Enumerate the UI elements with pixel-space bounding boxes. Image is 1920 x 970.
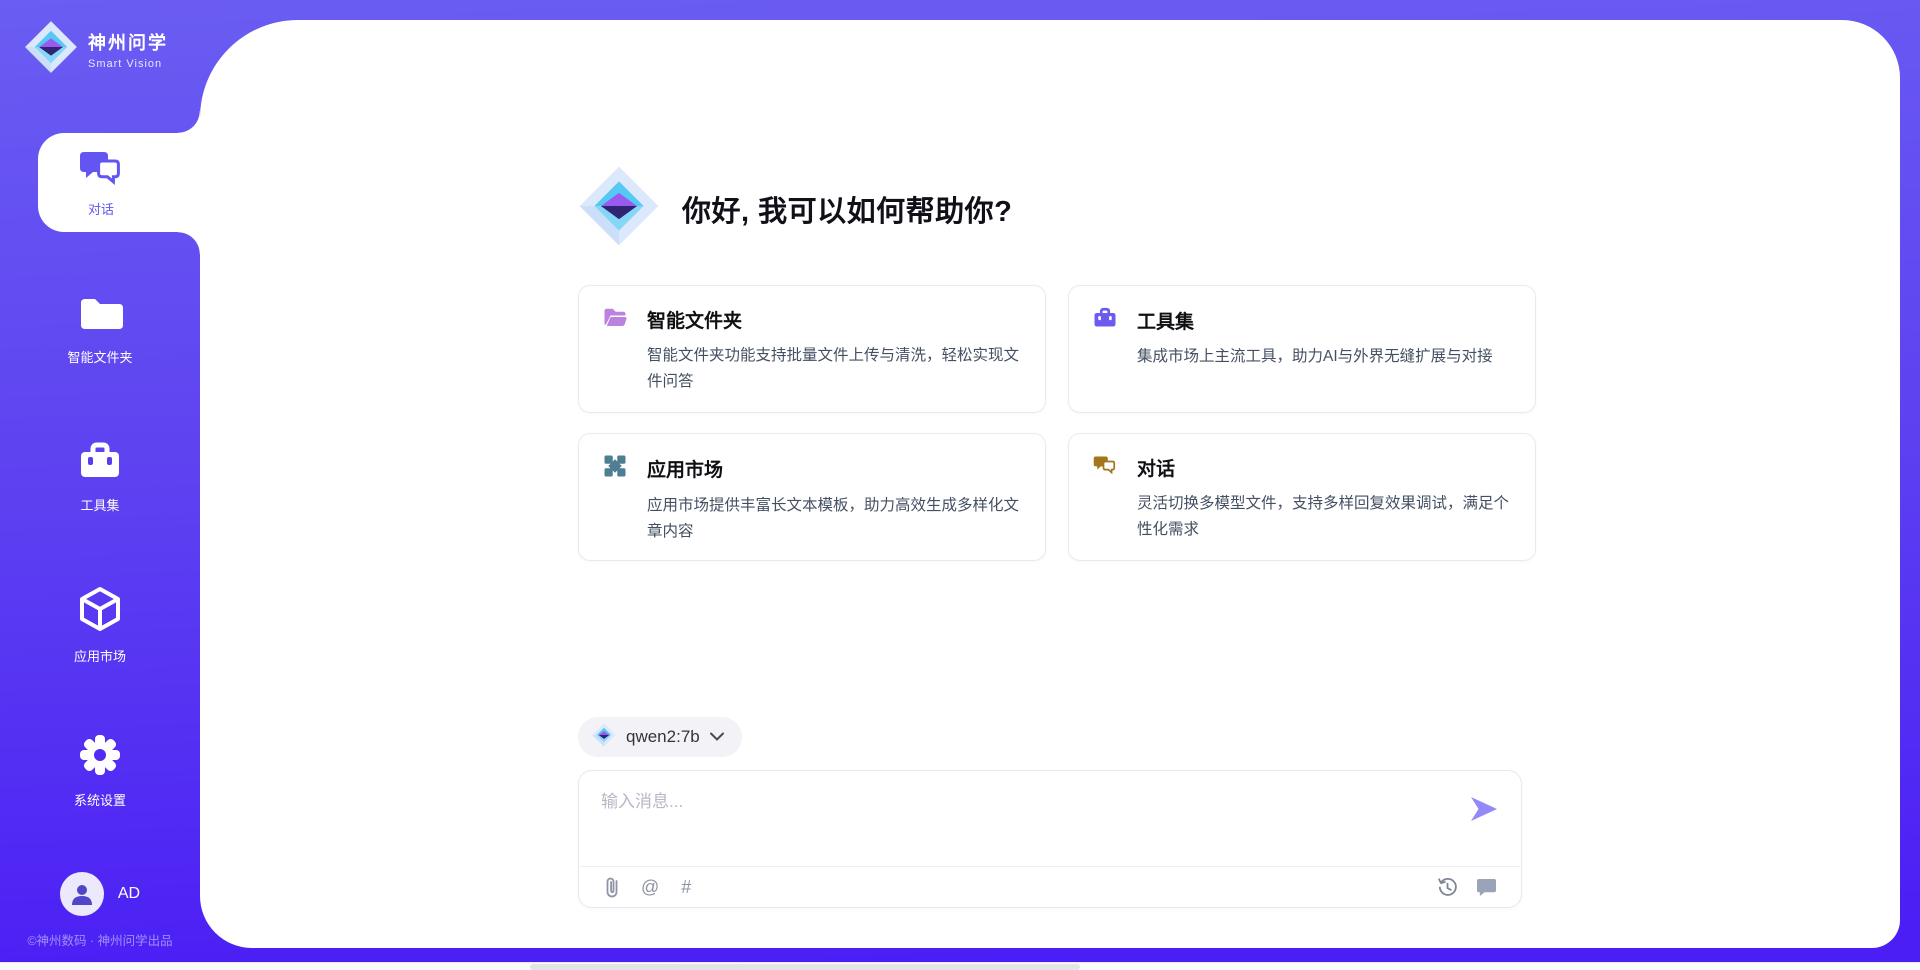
grid-icon	[603, 454, 627, 483]
model-selector[interactable]: qwen2:7b	[578, 717, 742, 757]
profile-name: AD	[118, 885, 140, 903]
card-title: 工具集	[1137, 307, 1194, 334]
sidebar-item-label: 工具集	[80, 495, 119, 514]
horizontal-scrollbar[interactable]	[0, 962, 1920, 970]
folder-icon	[77, 294, 123, 339]
chevron-down-icon	[710, 728, 724, 746]
message-input-card: @ #	[578, 770, 1522, 908]
model-name: qwen2:7b	[626, 727, 700, 747]
at-icon[interactable]: @	[641, 877, 659, 898]
main-panel: 你好, 我可以如何帮助你? 智能文件夹 智能文件夹功能支持批量文件上传与清洗，轻…	[200, 20, 1900, 948]
folder-open-icon	[603, 306, 627, 333]
sidebar-item-settings[interactable]: 系统设置	[0, 733, 200, 809]
sidebar-item-toolset[interactable]: 工具集	[0, 440, 200, 514]
brand-name: 神州问学	[88, 29, 168, 55]
card-title: 对话	[1137, 454, 1175, 481]
card-description: 应用市场提供丰富长文本模板，助力高效生成多样化文章内容	[647, 493, 1019, 545]
paperclip-icon[interactable]	[605, 876, 619, 898]
tab-curve-top	[178, 111, 200, 133]
hash-icon[interactable]: #	[681, 877, 691, 898]
composer: qwen2:7b	[578, 717, 1522, 908]
brand-logo: 神州问学 Smart Vision	[24, 20, 168, 79]
user-profile[interactable]: AD	[0, 872, 200, 916]
card-title: 应用市场	[647, 455, 723, 482]
greeting-title: 你好, 我可以如何帮助你?	[682, 188, 1012, 230]
card-description: 智能文件夹功能支持批量文件上传与清洗，轻松实现文件问答	[647, 343, 1019, 395]
comment-icon[interactable]	[1476, 878, 1497, 897]
sidebar-item-label: 对话	[88, 199, 114, 218]
brand-diamond-icon	[592, 723, 616, 752]
scrollbar-thumb[interactable]	[530, 964, 1080, 970]
tab-curve-bottom	[178, 232, 200, 254]
sidebar-item-label: 智能文件夹	[67, 347, 132, 366]
copyright-footer: ©神州数码 · 神州问学出品	[0, 930, 200, 949]
sidebar-item-label: 应用市场	[74, 646, 126, 665]
chat-bubbles-icon	[79, 148, 123, 193]
cube-icon	[77, 585, 123, 638]
message-input[interactable]	[601, 787, 1467, 847]
sidebar-item-chat[interactable]: 对话	[38, 133, 200, 232]
send-icon[interactable]	[1467, 793, 1501, 827]
chat-bubbles-icon	[1093, 454, 1117, 481]
feature-cards: 智能文件夹 智能文件夹功能支持批量文件上传与清洗，轻松实现文件问答 工具集 集成…	[578, 285, 1522, 561]
sidebar: 神州问学 Smart Vision 对话 智能文件夹	[0, 0, 200, 970]
card-toolset[interactable]: 工具集 集成市场上主流工具，助力AI与外界无缝扩展与对接	[1068, 285, 1536, 413]
card-chat[interactable]: 对话 灵活切换多模型文件，支持多样回复效果调试，满足个性化需求	[1068, 433, 1536, 561]
card-smart-folder[interactable]: 智能文件夹 智能文件夹功能支持批量文件上传与清洗，轻松实现文件问答	[578, 285, 1046, 413]
card-app-market[interactable]: 应用市场 应用市场提供丰富长文本模板，助力高效生成多样化文章内容	[578, 433, 1046, 561]
user-avatar-icon	[60, 872, 104, 916]
brand-diamond-icon	[578, 165, 660, 252]
greeting-section: 你好, 我可以如何帮助你?	[578, 165, 1522, 252]
sidebar-item-app-market[interactable]: 应用市场	[0, 585, 200, 665]
sidebar-item-label: 系统设置	[74, 790, 126, 809]
card-title: 智能文件夹	[647, 306, 742, 333]
card-description: 灵活切换多模型文件，支持多样回复效果调试，满足个性化需求	[1137, 491, 1509, 543]
briefcase-icon	[1093, 306, 1117, 334]
history-icon[interactable]	[1437, 877, 1458, 898]
brand-subtitle: Smart Vision	[88, 58, 168, 70]
brand-diamond-icon	[24, 20, 78, 79]
card-description: 集成市场上主流工具，助力AI与外界无缝扩展与对接	[1137, 344, 1509, 370]
toolbox-icon	[77, 440, 123, 487]
sidebar-item-smart-folder[interactable]: 智能文件夹	[0, 294, 200, 366]
gear-icon	[78, 733, 122, 782]
